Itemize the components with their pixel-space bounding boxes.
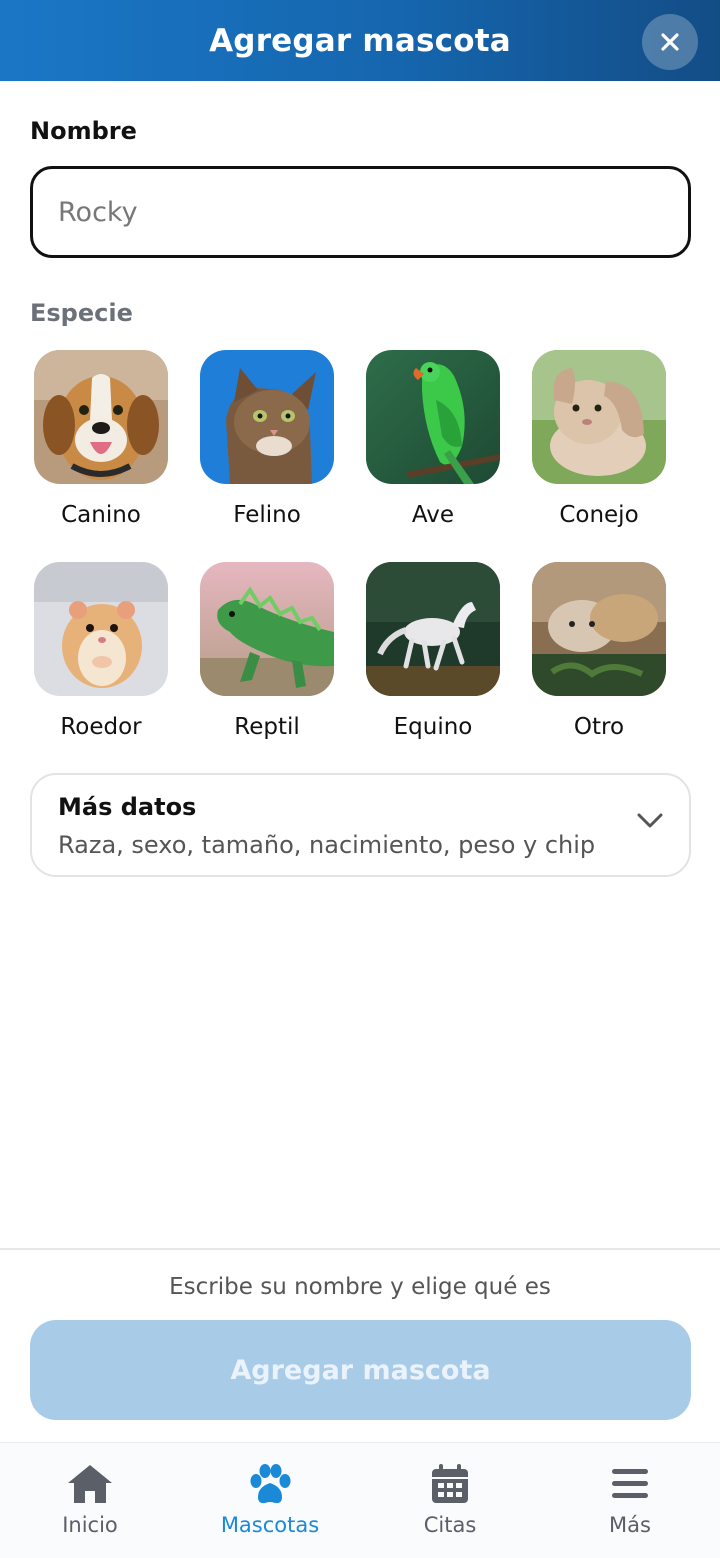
species-label-ave: Ave <box>411 502 455 528</box>
species-option-roedor[interactable]: Roedor <box>18 562 184 740</box>
species-label-roedor: Roedor <box>60 714 142 740</box>
species-option-ave[interactable]: Ave <box>350 350 516 528</box>
paw-icon <box>250 1464 291 1504</box>
tab-mascotas[interactable]: Mascotas <box>180 1443 360 1558</box>
species-grid: Canino Felino Ave Conejo Roedor Reptil E… <box>18 350 688 740</box>
name-label: Nombre <box>30 117 137 145</box>
species-option-conejo[interactable]: Conejo <box>516 350 682 528</box>
species-label-conejo: Conejo <box>559 502 639 528</box>
hamster-photo <box>34 562 168 696</box>
app-header: Agregar mascota <box>0 0 720 81</box>
cat-dog-photo <box>532 562 666 696</box>
parrot-photo <box>366 350 500 484</box>
more-data-title: Más datos <box>58 793 197 821</box>
species-option-reptil[interactable]: Reptil <box>184 562 350 740</box>
species-label-canino: Canino <box>61 502 141 528</box>
tab-label-mascotas: Mascotas <box>220 1513 320 1537</box>
add-pet-button[interactable]: Agregar mascota <box>30 1320 691 1420</box>
tab-label-mas: Más <box>609 1513 651 1537</box>
close-button[interactable] <box>642 14 698 70</box>
dog-photo <box>34 350 168 484</box>
tab-citas[interactable]: Citas <box>360 1443 540 1558</box>
action-area: Escribe su nombre y elige qué es Agregar… <box>0 1248 720 1442</box>
add-pet-screen: Agregar mascota Nombre Especie <box>0 0 720 1558</box>
menu-icon <box>612 1469 648 1498</box>
close-icon <box>661 33 679 51</box>
species-label: Especie <box>30 299 133 327</box>
calendar-icon <box>432 1464 468 1503</box>
species-label-otro: Otro <box>573 714 625 740</box>
page-title: Agregar mascota <box>209 22 511 59</box>
tab-inicio[interactable]: Inicio <box>0 1443 180 1558</box>
chevron-down-icon <box>637 813 663 828</box>
species-option-equino[interactable]: Equino <box>350 562 516 740</box>
home-icon <box>68 1465 112 1503</box>
species-option-canino[interactable]: Canino <box>18 350 184 528</box>
species-option-felino[interactable]: Felino <box>184 350 350 528</box>
cat-photo <box>200 350 334 484</box>
species-label-felino: Felino <box>233 502 301 528</box>
species-label-reptil: Reptil <box>234 714 300 740</box>
name-input[interactable] <box>30 166 691 258</box>
iguana-photo <box>200 562 334 696</box>
bottom-tab-bar: Inicio Mascotas Citas Más <box>0 1442 720 1558</box>
tab-label-citas: Citas <box>423 1513 477 1537</box>
more-data-accordion[interactable]: Más datos Raza, sexo, tamaño, nacimiento… <box>30 773 691 877</box>
tab-mas[interactable]: Más <box>540 1443 720 1558</box>
horse-photo <box>366 562 500 696</box>
rabbit-photo <box>532 350 666 484</box>
form-hint: Escribe su nombre y elige qué es <box>169 1274 551 1300</box>
tab-label-inicio: Inicio <box>62 1513 118 1537</box>
species-option-otro[interactable]: Otro <box>516 562 682 740</box>
more-data-subtitle: Raza, sexo, tamaño, nacimiento, peso y c… <box>58 831 596 859</box>
species-label-equino: Equino <box>393 714 473 740</box>
